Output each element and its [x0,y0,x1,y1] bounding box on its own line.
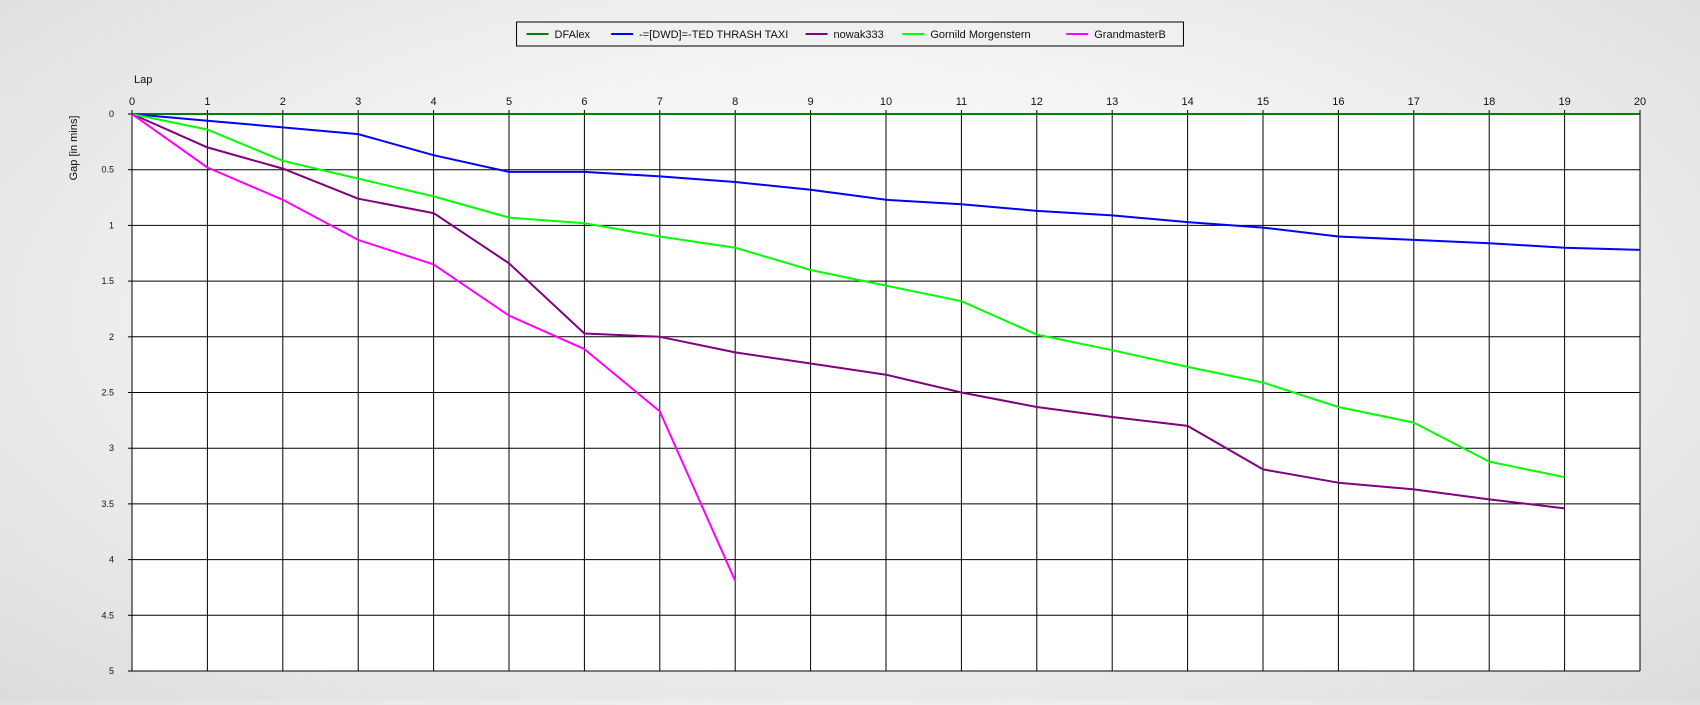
x-tick-label: 16 [1332,96,1344,108]
legend-label: nowak333 [834,29,884,41]
x-tick-label: 19 [1558,96,1570,108]
x-tick-label: 20 [1634,96,1646,108]
grid [131,113,1641,672]
x-tick-label: 5 [506,96,512,108]
chart-svg: DFAlex -=[DWD]=-TED THRASH TAXI nowak333 Go… [68,21,1646,676]
legend-label: GrandmasterB [1094,29,1166,41]
x-tick-label: 0 [129,96,135,108]
x-tick-label: 12 [1031,96,1043,108]
x-tick-label: 3 [355,96,361,108]
x-tick-label: 7 [657,96,663,108]
y-tick-label: 4.5 [101,610,114,620]
x-tick-label: 15 [1257,96,1269,108]
y-axis-title: Gap [in mins] [68,116,80,181]
x-tick-label: 18 [1483,96,1495,108]
y-tick-label: 0 [109,109,114,119]
x-axis-title: Lap [134,74,152,86]
x-tick-label: 1 [204,96,210,108]
y-tick-label: 5 [109,666,114,676]
x-tick-label: 2 [280,96,286,108]
legend: DFAlex -=[DWD]=-TED THRASH TAXI nowak333 Go… [516,21,1184,47]
x-tick-label: 9 [808,96,814,108]
legend-label: DFAlex [555,29,591,41]
x-tick-label: 4 [431,96,437,108]
y-tick-label: 2.5 [101,388,114,398]
y-tick-label: 3 [109,443,114,453]
x-tick-label: 8 [732,96,738,108]
x-tick-label: 17 [1408,96,1420,108]
y-tick-label: 1.5 [101,276,114,286]
x-tick-label: 14 [1181,96,1193,108]
y-tick-label: 1 [109,220,114,230]
legend-label: -=[DWD]=-TED THRASH TAXI [639,29,788,41]
y-tick-label: 3.5 [101,499,114,509]
y-tick-label: 0.5 [101,165,114,175]
x-tick-label: 11 [956,96,967,108]
x-tick-label: 10 [880,96,892,108]
y-tick-label: 2 [109,332,114,342]
x-tick-label: 6 [581,96,587,108]
y-tick-label: 4 [109,555,114,565]
x-tick-label: 13 [1106,96,1118,108]
legend-label: Gornild Morgenstern [930,29,1030,41]
lap-gap-chart: DFAlex -=[DWD]=-TED THRASH TAXI nowak333 Go… [0,0,1700,700]
